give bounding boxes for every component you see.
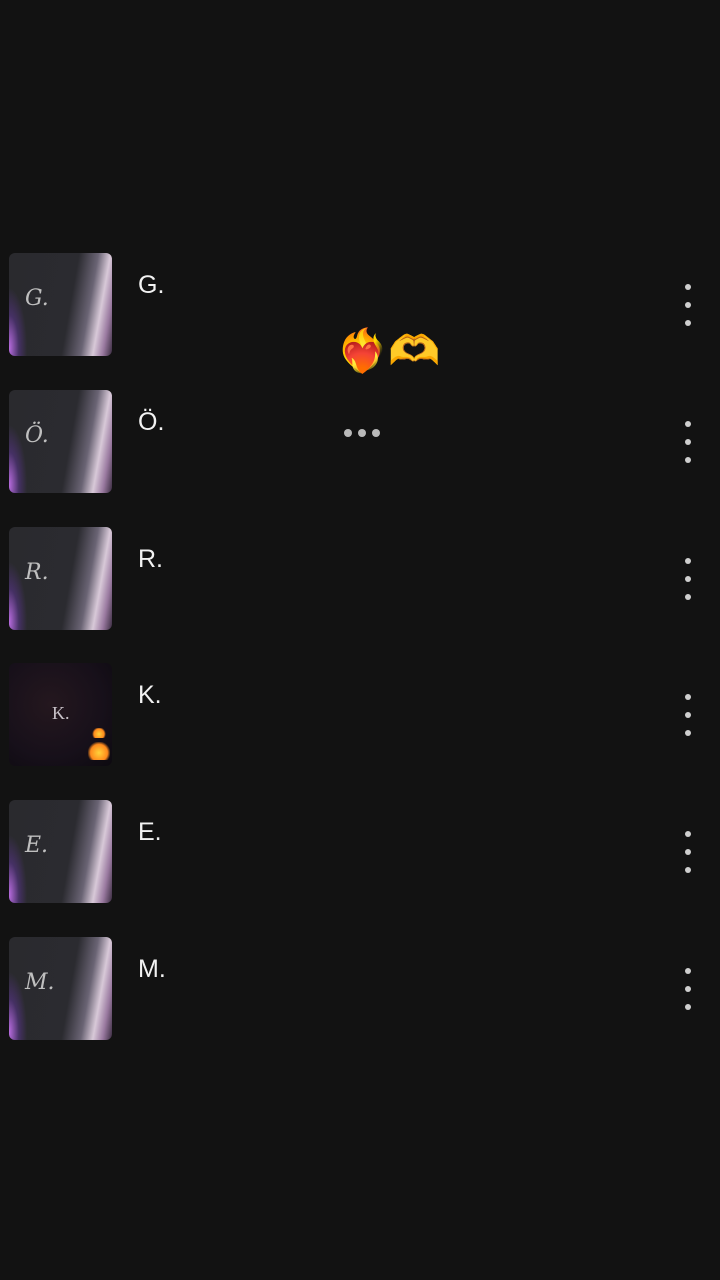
list-item[interactable]: M. M. xyxy=(0,936,720,1074)
contact-thumbnail[interactable]: E. xyxy=(9,800,112,904)
more-options-icon[interactable] xyxy=(676,965,700,1013)
more-options-icon[interactable] xyxy=(676,691,700,739)
contact-thumbnail[interactable]: M. xyxy=(9,936,112,1040)
contact-list: G. G. Ö. Ö. R. R. K. K. E. E. M. M. xyxy=(0,253,720,1074)
contact-thumbnail[interactable]: G. xyxy=(9,253,112,356)
fire-decoration-icon xyxy=(92,728,106,739)
contact-name: E. xyxy=(138,818,162,847)
thumbnail-letter: Ö. xyxy=(25,422,49,448)
contact-thumbnail[interactable]: Ö. xyxy=(9,389,112,493)
list-item[interactable]: K. K. xyxy=(0,663,720,800)
contact-name: K. xyxy=(138,681,162,710)
fire-decoration-icon xyxy=(88,742,110,761)
contact-name: R. xyxy=(138,544,163,573)
thumbnail-letter: M. xyxy=(25,969,55,995)
more-options-icon[interactable] xyxy=(676,418,700,466)
contact-name: G. xyxy=(138,271,165,299)
list-item[interactable]: Ö. Ö. xyxy=(0,389,720,527)
heart-on-fire-hands-emoji: ❤️‍🔥🫶 xyxy=(336,326,441,375)
thumbnail-letter: K. xyxy=(52,703,70,724)
more-options-icon[interactable] xyxy=(676,555,700,603)
contact-name: Ö. xyxy=(138,407,165,436)
thumbnail-letter: R. xyxy=(25,559,49,585)
list-item[interactable]: E. E. xyxy=(0,800,720,937)
contact-name: M. xyxy=(138,954,166,983)
more-options-icon[interactable] xyxy=(676,828,700,876)
thumbnail-letter: G. xyxy=(25,286,49,311)
more-options-icon[interactable] xyxy=(676,281,700,329)
thumbnail-letter: E. xyxy=(25,833,49,859)
contact-thumbnail[interactable]: R. xyxy=(9,526,112,630)
list-item[interactable]: R. R. xyxy=(0,526,720,664)
typing-indicator-icon xyxy=(344,428,380,438)
contact-thumbnail[interactable]: K. xyxy=(9,663,112,767)
